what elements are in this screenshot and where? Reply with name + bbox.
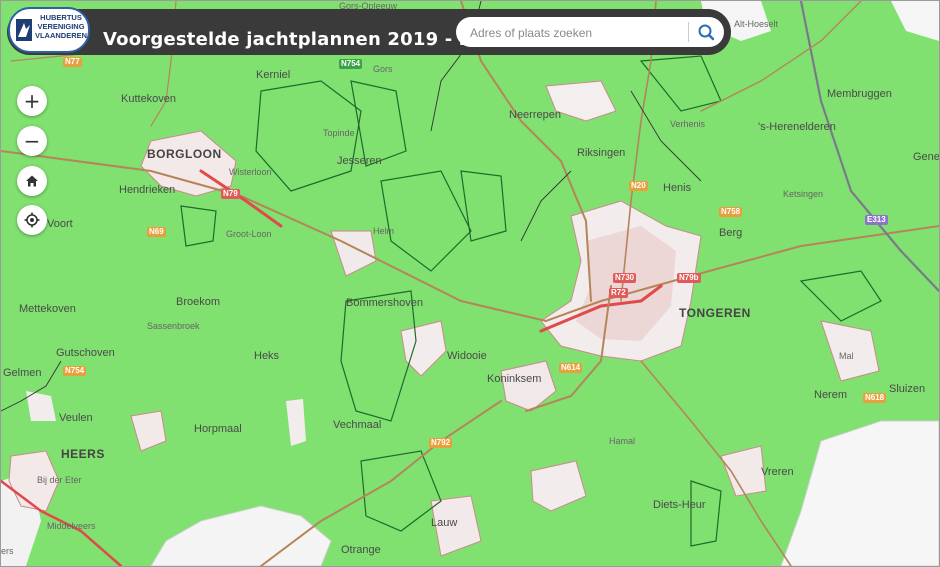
place-label: Diets-Heur — [653, 499, 706, 511]
place-label: Hendrieken — [119, 184, 176, 196]
place-label: Mettekoven — [19, 303, 76, 315]
zoom-out-button[interactable]: − — [17, 126, 47, 156]
place-label: HEERS — [61, 447, 105, 461]
home-icon — [26, 175, 38, 187]
map-layer — [1, 1, 939, 566]
place-label: Broekom — [176, 296, 221, 308]
place-label: Vreren — [761, 466, 794, 478]
place-label: 's-Herenelderen — [758, 121, 836, 133]
place-label: Lauw — [431, 517, 458, 529]
zoom-in-icon: + — [23, 89, 41, 113]
logo-emblem-icon — [16, 19, 32, 41]
place-label: Wisterloon — [229, 167, 272, 177]
road-shield: E313 — [865, 215, 888, 225]
logo-line: VERENIGING — [37, 22, 85, 31]
road-shield: N69 — [147, 227, 166, 237]
place-label: Widooie — [447, 350, 487, 362]
place-label: Kuttekoven — [121, 93, 177, 105]
place-label: Groot-Loon — [226, 229, 272, 239]
place-label: Veulen — [59, 412, 93, 424]
place-label: Membruggen — [827, 88, 892, 100]
place-label: Heks — [254, 350, 280, 362]
place-label: Koninksem — [487, 373, 542, 385]
place-label: Sluizen — [889, 383, 926, 395]
logo-line: HUBERTUS — [40, 13, 82, 22]
page-title: Voorgestelde jachtplannen 2019 - 2020 — [103, 29, 510, 50]
road-shield: N792 — [429, 438, 453, 448]
place-label: Vechmaal — [333, 419, 382, 431]
search-divider — [688, 22, 689, 42]
place-label: Otrange — [341, 544, 381, 556]
search-box — [456, 17, 724, 47]
place-label: Neerrepen — [509, 109, 561, 121]
place-label: Verhenis — [670, 119, 706, 129]
place-label: Berg — [719, 227, 743, 239]
road-shield: R72 — [609, 288, 628, 298]
road-shield: N754 — [339, 59, 363, 69]
road-shield: N758 — [719, 207, 743, 217]
search-input[interactable] — [468, 22, 682, 44]
place-label: ers — [1, 546, 14, 556]
place-label: Ketsingen — [783, 189, 824, 199]
logo-line: VLAANDEREN — [34, 31, 88, 40]
place-label: Helm — [373, 226, 395, 236]
road-shield: N618 — [863, 393, 887, 403]
place-label: Middelveers — [47, 521, 96, 531]
place-label: Jesseren — [337, 155, 382, 167]
place-label: Kerniel — [256, 69, 291, 81]
road-shield: N614 — [559, 363, 583, 373]
search-icon — [698, 24, 715, 41]
locate-icon — [24, 212, 40, 228]
road-shield: N754 — [63, 366, 87, 376]
place-label: Henis — [663, 182, 692, 194]
zoom-in-button[interactable]: + — [17, 86, 47, 116]
place-label: Hamal — [609, 436, 636, 446]
road-shield: N77 — [63, 57, 82, 67]
road-shield: N79 — [221, 189, 240, 199]
place-label: BORGLOON — [147, 147, 222, 161]
road-shield: N730 — [613, 273, 637, 283]
app-frame: BORGLOON TONGEREN HEERS Kuttekoven Kerni… — [0, 0, 940, 567]
place-label: Sassenbroek — [147, 321, 200, 331]
place-label: Gors — [373, 64, 393, 74]
place-label: Gutschoven — [56, 347, 115, 359]
road-shield: N79b — [677, 273, 701, 283]
logo-text: HUBERTUS VERENIGING VLAANDEREN — [32, 13, 90, 40]
place-label: TONGEREN — [679, 306, 751, 320]
search-button[interactable] — [692, 20, 720, 44]
place-label: Bij der Eter — [37, 475, 82, 485]
place-label: Riksingen — [577, 147, 626, 159]
place-label: Voort — [47, 218, 73, 230]
zoom-out-icon: − — [23, 129, 41, 153]
map-canvas[interactable]: BORGLOON TONGEREN HEERS Kuttekoven Kerni… — [1, 1, 939, 566]
home-button[interactable] — [17, 166, 47, 196]
locate-button[interactable] — [17, 205, 47, 235]
place-label: Gelmen — [3, 367, 42, 379]
road-shield: N20 — [629, 181, 648, 191]
place-label: Mal — [839, 351, 854, 361]
place-label: Gene — [913, 151, 940, 163]
place-label: Bommershoven — [346, 297, 424, 309]
place-label: Alt-Hoeselt — [734, 19, 779, 29]
hubertus-logo[interactable]: HUBERTUS VERENIGING VLAANDEREN — [8, 7, 90, 53]
place-label: Nerem — [814, 389, 848, 401]
place-label: Horpmaal — [194, 423, 242, 435]
place-label: Topinde — [323, 128, 355, 138]
